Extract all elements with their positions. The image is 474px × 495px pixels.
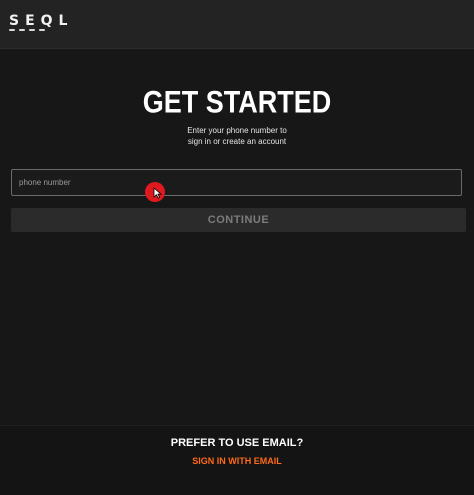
mouse-pointer-icon: [153, 187, 162, 199]
seql-logo[interactable]: SEQL: [9, 14, 73, 31]
footer: PREFER TO USE EMAIL? SIGN IN WITH EMAIL: [0, 425, 474, 495]
subtitle-line-2: sign in or create an account: [187, 137, 287, 146]
main-panel: GET STARTED Enter your phone number to s…: [0, 49, 474, 425]
email-prompt: PREFER TO USE EMAIL?: [170, 437, 304, 449]
phone-number-input[interactable]: [11, 169, 462, 196]
page-subtitle: Enter your phone number to sign in or cr…: [0, 125, 474, 147]
sign-in-with-email-link[interactable]: SIGN IN WITH EMAIL: [0, 456, 474, 466]
continue-button[interactable]: CONTINUE: [11, 208, 466, 232]
logo-text: SEQL: [9, 13, 74, 29]
page-title: GET STARTED: [142, 84, 332, 120]
logo-waves-icon: [9, 29, 45, 31]
top-bar: SEQL: [0, 0, 474, 49]
subtitle-line-1: Enter your phone number to: [187, 126, 287, 135]
